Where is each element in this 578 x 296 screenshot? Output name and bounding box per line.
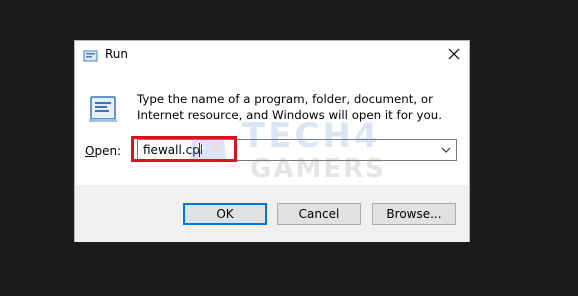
close-icon[interactable] (445, 45, 463, 63)
open-label-rest: pen: (94, 144, 122, 158)
chevron-down-icon[interactable] (438, 142, 454, 158)
title-bar[interactable]: Run (75, 41, 469, 67)
open-combobox[interactable]: fiewall.cpl (137, 139, 457, 161)
run-app-icon (83, 48, 99, 62)
run-dialog-icon (87, 94, 119, 124)
open-input-value[interactable]: fiewall.cpl (143, 143, 203, 157)
ok-button[interactable]: OK (183, 203, 267, 225)
text-caret (199, 143, 200, 157)
instructions-text: Type the name of a program, folder, docu… (137, 92, 442, 122)
button-bar: OK Cancel Browse... (75, 185, 469, 242)
window-title: Run (105, 47, 129, 61)
cancel-button[interactable]: Cancel (277, 203, 361, 225)
run-dialog: Run Type the name of a program, folder, … (74, 40, 470, 242)
browse-button[interactable]: Browse... (372, 203, 456, 225)
open-label: Open: (85, 144, 121, 158)
